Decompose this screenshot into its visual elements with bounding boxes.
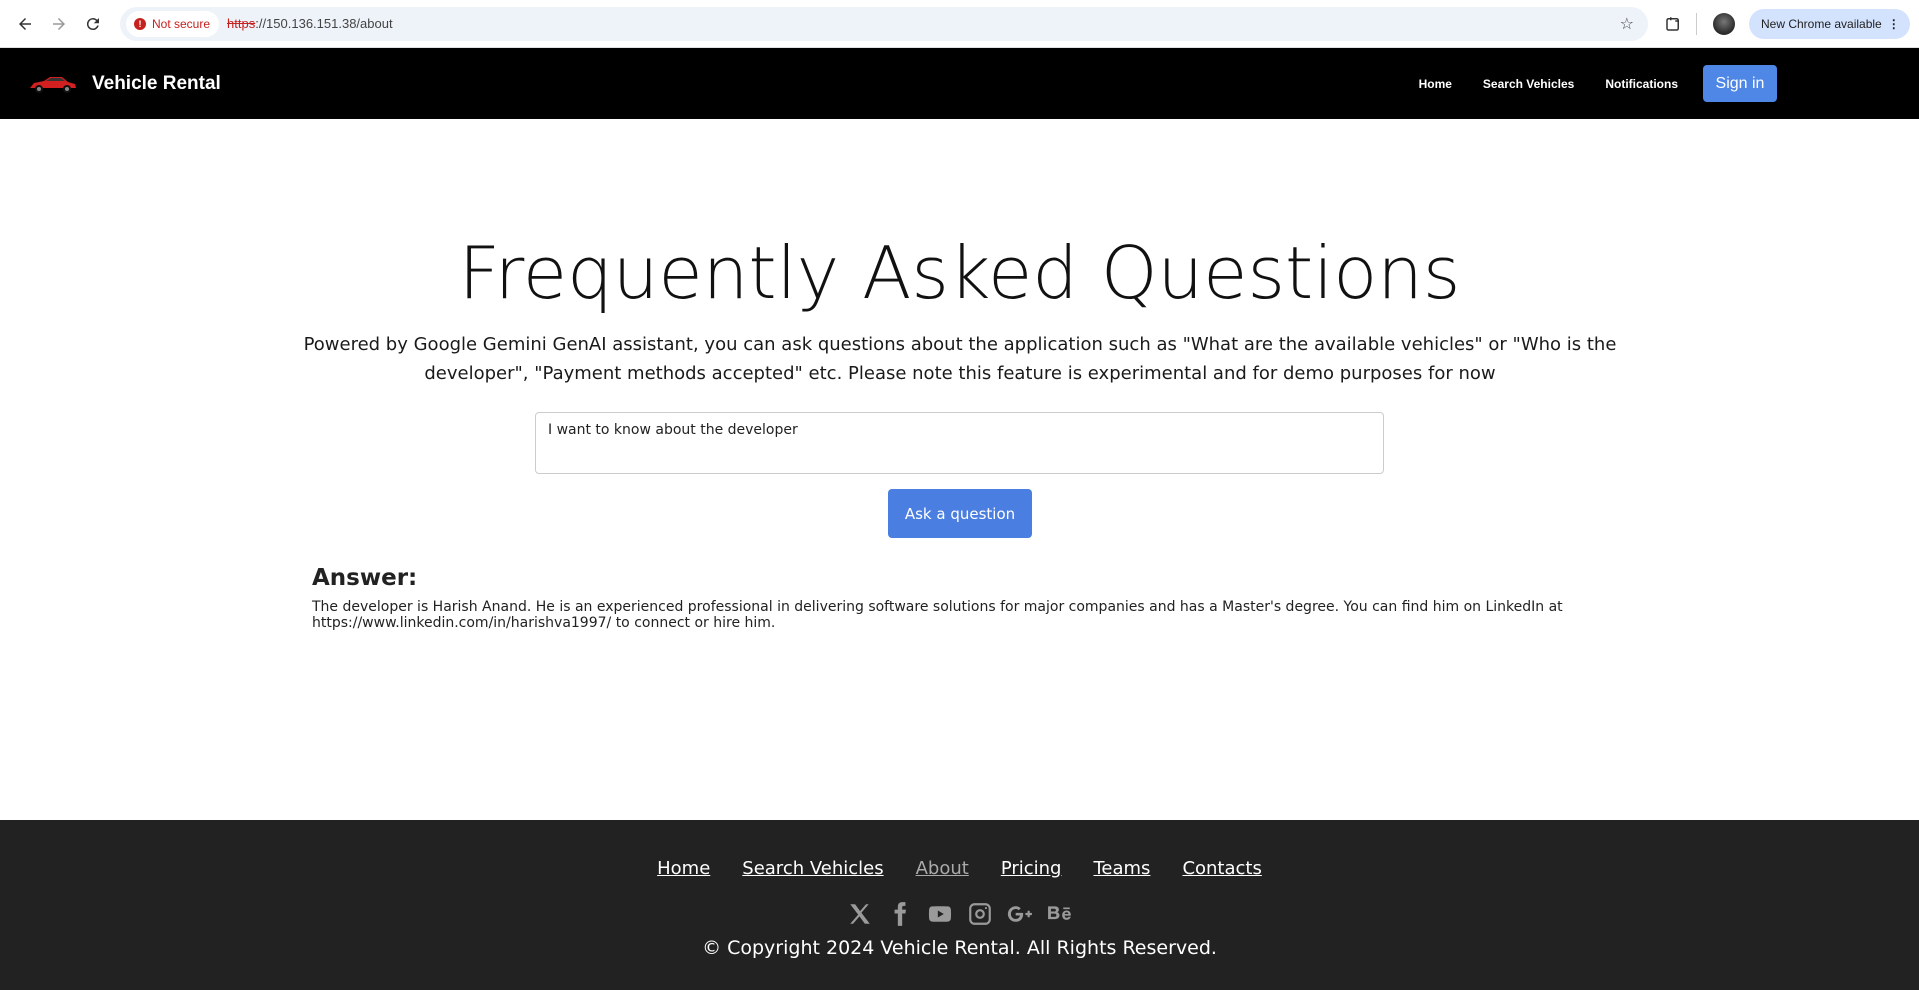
kebab-menu-icon[interactable]: ⋮ [1888,17,1900,31]
security-label: Not secure [152,16,211,31]
site-footer: Home Search Vehicles About Pricing Teams… [0,820,1919,990]
bookmark-star-icon[interactable]: ☆ [1620,14,1634,33]
answer-text: The developer is Harish Anand. He is an … [312,599,1563,631]
security-chip[interactable]: ! Not secure [126,10,220,37]
update-label: New Chrome available [1761,16,1882,31]
forward-icon[interactable] [42,7,76,41]
footer-links: Home Search Vehicles About Pricing Teams… [0,858,1919,879]
footer-link-about[interactable]: About [916,858,969,879]
x-icon[interactable] [846,900,874,928]
site-navbar: Vehicle Rental Home Search Vehicles Noti… [0,48,1919,119]
facebook-icon[interactable] [886,900,914,928]
youtube-icon[interactable] [926,900,954,928]
reload-icon[interactable] [76,7,110,41]
car-logo-icon [30,76,76,93]
toolbar-divider [1696,12,1697,35]
chrome-update-button[interactable]: New Chrome available ⋮ [1749,8,1910,39]
sign-in-button[interactable]: Sign in [1703,65,1777,102]
url-text: https://150.136.151.38/about [227,16,393,31]
behance-icon[interactable] [1046,900,1074,928]
footer-link-home[interactable]: Home [657,858,710,879]
page-title: Frequently Asked Questions [458,231,1461,315]
back-icon[interactable] [8,7,42,41]
footer-link-teams[interactable]: Teams [1093,858,1150,879]
instagram-icon[interactable] [966,900,994,928]
brand-name: Vehicle Rental [92,72,221,94]
social-links [0,900,1919,928]
browser-toolbar: ! Not secure https://150.136.151.38/abou… [0,0,1919,48]
question-input[interactable] [535,412,1384,474]
nav-search-vehicles[interactable]: Search Vehicles [1483,77,1574,91]
nav-notifications[interactable]: Notifications [1605,77,1678,91]
footer-link-contacts[interactable]: Contacts [1182,858,1261,879]
url-scheme: https [227,16,256,31]
footer-link-search-vehicles[interactable]: Search Vehicles [742,858,883,879]
warning-icon: ! [134,17,146,30]
ask-question-button[interactable]: Ask a question [888,489,1032,538]
brand[interactable]: Vehicle Rental [28,72,221,96]
profile-avatar[interactable] [1713,12,1735,35]
faq-description: Powered by Google Gemini GenAI assistant… [303,334,1617,384]
faq-section: Frequently Asked Questions Powered by Go… [0,119,1919,820]
address-bar[interactable]: ! Not secure https://150.136.151.38/abou… [120,6,1648,41]
copyright-text: © Copyright 2024 Vehicle Rental. All Rig… [702,937,1217,959]
nav-home[interactable]: Home [1419,77,1452,91]
nav-links: Home Search Vehicles Notifications Sign … [1388,65,1777,102]
url-rest: ://150.136.151.38/about [255,16,393,31]
answer-heading: Answer: [312,565,418,591]
google-plus-icon[interactable] [1006,900,1034,928]
footer-link-pricing[interactable]: Pricing [1001,858,1062,879]
extensions-icon[interactable] [1660,11,1686,37]
